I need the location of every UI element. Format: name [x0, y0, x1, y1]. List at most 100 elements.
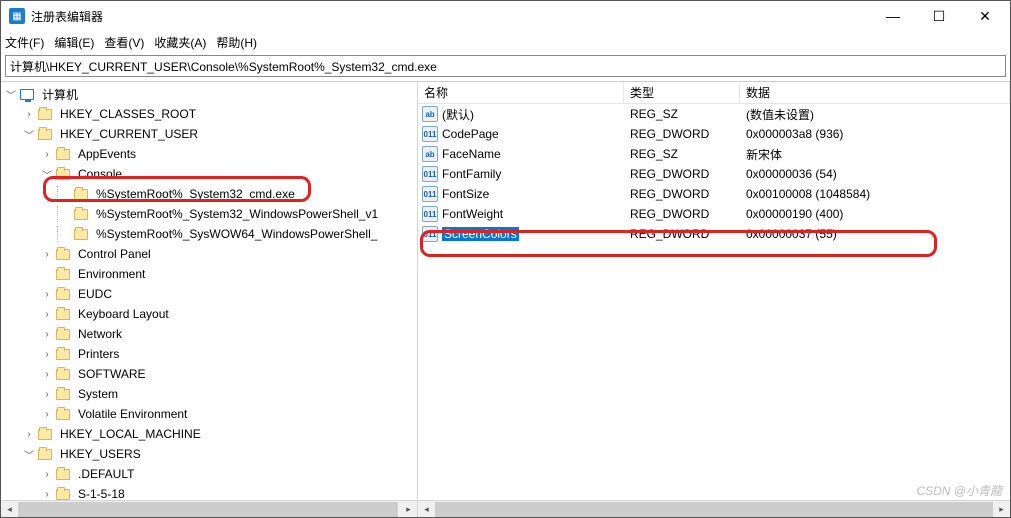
value-name: FontFamily — [442, 167, 501, 181]
tree-default[interactable]: .DEFAULT — [75, 466, 137, 482]
folder-icon — [55, 306, 71, 322]
tree-volenv[interactable]: Volatile Environment — [75, 406, 190, 422]
folder-icon — [55, 346, 71, 362]
value-type: REG_DWORD — [624, 167, 740, 181]
value-data: (数值未设置) — [740, 106, 1010, 123]
tree-console[interactable]: Console — [75, 166, 125, 182]
value-row[interactable]: 011FontWeightREG_DWORD0x00000190 (400) — [418, 204, 1010, 224]
value-row[interactable]: 011ScreenColorsREG_DWORD0x00000037 (55) — [418, 224, 1010, 244]
expand-icon[interactable]: › — [39, 246, 55, 262]
expand-icon[interactable]: ﹀ — [3, 86, 19, 102]
tree-hkcu[interactable]: HKEY_CURRENT_USER — [57, 126, 201, 142]
tree-sw[interactable]: SOFTWARE — [75, 366, 149, 382]
expand-icon[interactable]: › — [39, 326, 55, 342]
window-title: 注册表编辑器 — [31, 8, 870, 25]
expand-icon[interactable]: ﹀ — [21, 446, 37, 462]
tree-pane[interactable]: ﹀ 计算机 › HKEY_CLASSES_ROOT ﹀ HKEY_CURRENT_US… — [1, 82, 417, 517]
folder-icon — [73, 226, 89, 242]
folder-icon — [37, 446, 53, 462]
expand-icon[interactable]: › — [39, 306, 55, 322]
folder-icon — [55, 466, 71, 482]
binary-value-icon: 011 — [422, 126, 438, 142]
value-data: 0x00000036 (54) — [740, 167, 1010, 181]
menu-file[interactable]: 文件(F) — [5, 34, 44, 51]
menu-favorites[interactable]: 收藏夹(A) — [154, 34, 206, 51]
expand-icon[interactable]: › — [39, 286, 55, 302]
expand-icon[interactable]: › — [39, 466, 55, 482]
value-type: REG_SZ — [624, 147, 740, 161]
folder-icon — [55, 486, 71, 500]
value-name: FontSize — [442, 187, 489, 201]
folder-icon — [55, 286, 71, 302]
computer-icon — [19, 86, 35, 102]
menu-help[interactable]: 帮助(H) — [216, 34, 257, 51]
folder-icon — [73, 206, 89, 222]
expand-icon[interactable]: › — [39, 346, 55, 362]
tree-hkcr[interactable]: HKEY_CLASSES_ROOT — [57, 106, 199, 122]
tree-net[interactable]: Network — [75, 326, 125, 342]
col-data[interactable]: 数据 — [740, 82, 1010, 103]
tree-hklm[interactable]: HKEY_LOCAL_MACHINE — [57, 426, 204, 442]
binary-value-icon: 011 — [422, 206, 438, 222]
string-value-icon: ab — [422, 106, 438, 122]
horizontal-scrollbar[interactable]: ◂▸ — [1, 500, 417, 517]
menu-bar[interactable]: 文件(F) 编辑(E) 查看(V) 收藏夹(A) 帮助(H) — [1, 31, 1010, 53]
col-type[interactable]: 类型 — [624, 82, 740, 103]
expand-icon[interactable]: › — [39, 366, 55, 382]
tree-key-cmd[interactable]: %SystemRoot%_System32_cmd.exe — [93, 186, 298, 202]
value-row[interactable]: abFaceNameREG_SZ新宋体 — [418, 144, 1010, 164]
value-type: REG_DWORD — [624, 127, 740, 141]
tree-s1518[interactable]: S-1-5-18 — [75, 486, 128, 500]
value-name: FontWeight — [442, 207, 503, 221]
menu-edit[interactable]: 编辑(E) — [54, 34, 94, 51]
values-pane[interactable]: 名称 类型 数据 ab(默认)REG_SZ(数值未设置) 011 CodePage R… — [418, 82, 1010, 517]
col-name[interactable]: 名称 — [418, 82, 624, 103]
expand-icon[interactable]: › — [21, 426, 37, 442]
folder-icon — [73, 186, 89, 202]
expand-icon[interactable]: › — [39, 486, 55, 500]
value-name: ScreenColors — [442, 227, 519, 241]
tree-key-ps64[interactable]: %SystemRoot%_SysWOW64_WindowsPowerShell_ — [93, 226, 380, 242]
tree-root[interactable]: 计算机 — [39, 85, 81, 104]
value-row[interactable]: ab(默认)REG_SZ(数值未设置) — [418, 104, 1010, 124]
folder-icon — [55, 246, 71, 262]
value-data: 0x00100008 (1048584) — [740, 187, 1010, 201]
tree-kbd[interactable]: Keyboard Layout — [75, 306, 172, 322]
close-button[interactable]: ✕ — [962, 1, 1008, 31]
expand-icon[interactable]: › — [39, 386, 55, 402]
binary-value-icon: 011 — [422, 226, 438, 242]
tree-sys[interactable]: System — [75, 386, 121, 402]
tree-prn[interactable]: Printers — [75, 346, 122, 362]
value-type: REG_DWORD — [624, 207, 740, 221]
horizontal-scrollbar[interactable]: ◂▸ — [418, 500, 1010, 517]
expand-icon[interactable]: › — [39, 406, 55, 422]
value-type: REG_SZ — [624, 107, 740, 121]
value-row[interactable]: 011 CodePage REG_DWORD0x000003a8 (936) — [418, 124, 1010, 144]
value-row[interactable]: 011FontSizeREG_DWORD0x00100008 (1048584) — [418, 184, 1010, 204]
address-bar[interactable]: 计算机\HKEY_CURRENT_USER\Console\%SystemRoo… — [5, 55, 1006, 77]
folder-icon — [37, 106, 53, 122]
expand-icon[interactable]: ﹀ — [21, 126, 37, 142]
expand-icon[interactable]: › — [39, 146, 55, 162]
folder-icon — [55, 366, 71, 382]
titlebar[interactable]: ▦ 注册表编辑器 — ☐ ✕ — [1, 1, 1010, 31]
binary-value-icon: 011 — [422, 166, 438, 182]
expand-icon[interactable]: › — [21, 106, 37, 122]
tree-eudc[interactable]: EUDC — [75, 286, 115, 302]
tree-cpl[interactable]: Control Panel — [75, 246, 154, 262]
value-row[interactable]: 011 FontFamily REG_DWORD0x00000036 (54) — [418, 164, 1010, 184]
value-data: 0x000003a8 (936) — [740, 127, 1010, 141]
binary-value-icon: 011 — [422, 186, 438, 202]
folder-icon — [55, 166, 71, 182]
maximize-button[interactable]: ☐ — [916, 1, 962, 31]
tree-key-ps[interactable]: %SystemRoot%_System32_WindowsPowerShell_… — [93, 206, 381, 222]
tree-hku[interactable]: HKEY_USERS — [57, 446, 144, 462]
menu-view[interactable]: 查看(V) — [104, 34, 144, 51]
column-headers[interactable]: 名称 类型 数据 — [418, 82, 1010, 104]
tree-env[interactable]: Environment — [75, 266, 148, 282]
tree-appevents[interactable]: AppEvents — [75, 146, 139, 162]
minimize-button[interactable]: — — [870, 1, 916, 31]
value-name: CodePage — [442, 127, 499, 141]
folder-icon — [55, 146, 71, 162]
expand-icon[interactable]: ﹀ — [39, 166, 55, 182]
